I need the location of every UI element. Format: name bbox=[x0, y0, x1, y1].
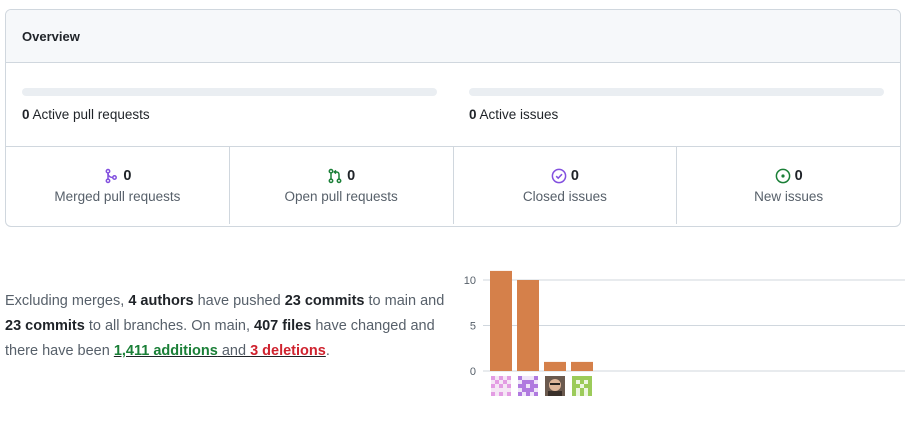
additions-deletions-link[interactable]: 1,411 additions and 3 deletions bbox=[114, 343, 326, 359]
active-issues-link[interactable]: 0 Active issues bbox=[469, 107, 558, 122]
files-count: 407 files bbox=[254, 318, 312, 334]
issue-closed-icon bbox=[551, 168, 567, 184]
deletions-count: 3 deletions bbox=[250, 343, 326, 359]
commit-bar bbox=[517, 280, 539, 371]
merged-prs-count: 0 bbox=[123, 167, 132, 184]
closed-issues-label: Closed issues bbox=[522, 188, 607, 204]
summary-text: to main and bbox=[364, 293, 445, 309]
author-avatar[interactable] bbox=[518, 376, 538, 396]
commits-by-author-chart: 0 5 10 bbox=[464, 270, 905, 396]
commits-main-count: 23 commits bbox=[284, 293, 365, 309]
active-prs-progress-bar bbox=[22, 88, 437, 96]
author-avatar[interactable] bbox=[491, 376, 511, 396]
merge-icon bbox=[103, 168, 119, 184]
y-tick-label: 0 bbox=[470, 366, 476, 378]
new-issues-count: 0 bbox=[794, 167, 803, 184]
author-avatar[interactable] bbox=[572, 376, 592, 396]
overview-title: Overview bbox=[6, 10, 900, 63]
authors-count: 4 authors bbox=[128, 293, 194, 309]
active-prs-link[interactable]: 0 Active pull requests bbox=[22, 107, 150, 122]
commit-summary: Excluding merges, 4 authors have pushed … bbox=[5, 289, 455, 364]
active-prs-count: 0 bbox=[22, 107, 30, 122]
issue-opened-icon bbox=[775, 168, 791, 184]
active-prs-label: Active pull requests bbox=[32, 107, 150, 122]
y-tick-label: 10 bbox=[464, 275, 476, 287]
overview-activity: 0 Active pull requests 0 Active issues bbox=[6, 63, 900, 147]
new-issues-stat[interactable]: 0 New issues bbox=[677, 147, 900, 224]
commit-bar bbox=[544, 361, 566, 371]
summary-text: and bbox=[217, 343, 251, 359]
new-issues-label: New issues bbox=[754, 188, 824, 204]
closed-issues-stat[interactable]: 0 Closed issues bbox=[454, 147, 678, 224]
summary-text: have pushed bbox=[193, 293, 285, 309]
commit-bar bbox=[490, 270, 512, 371]
summary-text: to all branches. On main, bbox=[84, 318, 255, 334]
merged-prs-stat[interactable]: 0 Merged pull requests bbox=[6, 147, 230, 224]
summary-text: . bbox=[325, 343, 330, 359]
merged-prs-label: Merged pull requests bbox=[54, 188, 181, 204]
commits-all-count: 23 commits bbox=[5, 318, 85, 334]
overview-panel: Overview 0 Active pull requests 0 Active… bbox=[5, 9, 901, 227]
closed-issues-count: 0 bbox=[570, 167, 579, 184]
additions-count: 1,411 additions bbox=[113, 343, 218, 359]
commit-bar bbox=[571, 361, 593, 371]
active-issues-count: 0 bbox=[469, 107, 477, 122]
active-issues-label: Active issues bbox=[479, 107, 559, 122]
summary-text: Excluding merges, bbox=[5, 293, 129, 309]
open-prs-stat[interactable]: 0 Open pull requests bbox=[230, 147, 454, 224]
open-prs-count: 0 bbox=[347, 167, 356, 184]
pull-request-icon bbox=[327, 168, 343, 184]
overview-stats: 0 Merged pull requests 0 Open pull reque… bbox=[6, 147, 900, 224]
author-avatar[interactable] bbox=[545, 376, 565, 396]
y-tick-label: 5 bbox=[470, 321, 476, 333]
open-prs-label: Open pull requests bbox=[284, 188, 398, 204]
active-issues-progress-bar bbox=[469, 88, 884, 96]
